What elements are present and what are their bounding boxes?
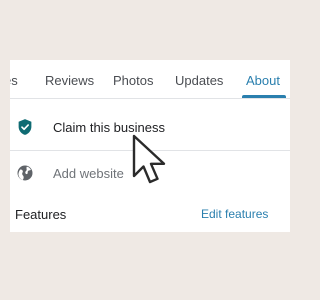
tab-about[interactable]: About	[246, 73, 280, 88]
features-heading: Features	[15, 207, 67, 222]
verified-shield-icon	[18, 119, 32, 135]
add-website-label: Add website	[53, 166, 124, 181]
tab-reviews[interactable]: Reviews	[45, 73, 94, 88]
edit-features-link[interactable]: Edit features	[201, 207, 268, 221]
globe-icon	[17, 165, 33, 181]
tab-photos[interactable]: Photos	[113, 73, 153, 88]
mouse-pointer-icon	[132, 134, 166, 184]
tab-bar: es Reviews Photos Updates About	[10, 60, 290, 99]
tab-overview[interactable]: es	[10, 73, 18, 88]
active-tab-indicator	[242, 95, 286, 98]
tab-updates[interactable]: Updates	[175, 73, 223, 88]
